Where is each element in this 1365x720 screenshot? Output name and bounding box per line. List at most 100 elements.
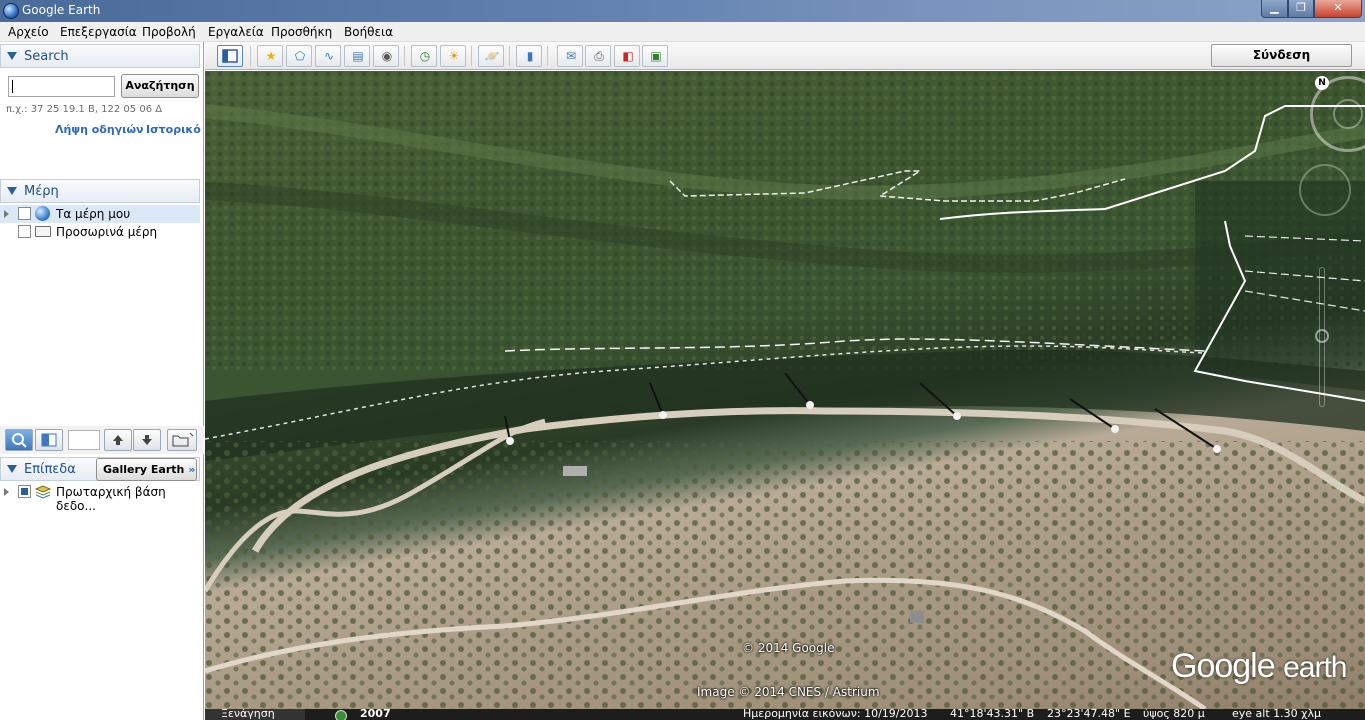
- menu-bar: Αρχείο Επεξεργασία Προβολή Εργαλεία Προσ…: [0, 22, 1365, 42]
- search-panel-header[interactable]: Search: [0, 44, 200, 68]
- imagery-date: Ημερομηνία εικόνων: 10/19/2013: [743, 709, 928, 720]
- tree-item-label: Προσωρινά μέρη: [56, 225, 158, 239]
- polygon-icon: ⬠: [294, 49, 306, 63]
- navigation-look-joystick[interactable]: [1333, 99, 1363, 129]
- zoom-slider-knob[interactable]: [1315, 329, 1329, 343]
- visibility-checkbox[interactable]: [18, 225, 31, 238]
- add-polygon-button[interactable]: ⬠: [286, 45, 312, 67]
- save-image-button[interactable]: ▣: [642, 45, 668, 67]
- satellite-imagery: [205, 71, 1365, 709]
- visibility-checkbox[interactable]: [18, 485, 31, 498]
- collapse-triangle-icon: [7, 465, 17, 473]
- new-folder-button[interactable]: [167, 429, 197, 451]
- historical-imagery-icon: ◷: [419, 49, 431, 63]
- minimize-button[interactable]: ▁: [1261, 0, 1288, 18]
- maximize-icon: ❐: [1296, 1, 1306, 14]
- add-path-button[interactable]: ∿: [315, 45, 341, 67]
- collapse-triangle-icon: [7, 52, 17, 60]
- google-earth-logo: Google earth: [1171, 647, 1347, 686]
- email-icon: ✉: [565, 49, 577, 63]
- toolbar-separator: [404, 46, 405, 66]
- tree-item-label: Τα μέρη μου: [56, 207, 131, 221]
- toolbar-separator: [509, 46, 510, 66]
- record-tour-button[interactable]: ◉: [373, 45, 399, 67]
- add-placemark-button[interactable]: ★: [257, 45, 283, 67]
- menu-file[interactable]: Αρχείο: [8, 25, 49, 39]
- logo-earth-text: earth: [1283, 651, 1347, 684]
- close-icon: ✕: [1333, 1, 1343, 14]
- toolbar-separator: [250, 46, 251, 66]
- search-tool-icon: [12, 433, 27, 448]
- chevron-right-icon: »: [188, 463, 196, 476]
- sign-in-button[interactable]: Σύνδεση: [1211, 44, 1352, 67]
- placemark-icon: ★: [265, 49, 277, 63]
- earth-gallery-label: Gallery Earth: [103, 463, 185, 476]
- record-tour-icon: ◉: [381, 49, 393, 63]
- toolbar-separator: [471, 46, 472, 66]
- sunlight-button[interactable]: ☀: [440, 45, 466, 67]
- search-button[interactable]: Αναζήτηση: [121, 74, 199, 98]
- folder-icon: [35, 226, 51, 237]
- tree-item-primary-database[interactable]: Πρωταρχική βάση δεδο...: [0, 483, 200, 513]
- move-up-icon: [113, 435, 123, 445]
- google-earth-globe-icon: [3, 3, 19, 19]
- map-copyright: © 2014 Google: [742, 641, 835, 655]
- move-up-button[interactable]: [104, 429, 132, 451]
- tree-item-label: Πρωταρχική βάση δεδο...: [56, 485, 166, 513]
- panel-search-box[interactable]: [68, 430, 100, 450]
- email-button[interactable]: ✉: [557, 45, 583, 67]
- planets-icon: 🪐: [484, 49, 500, 63]
- menu-edit[interactable]: Επεξεργασία: [60, 25, 137, 39]
- search-input[interactable]: [8, 76, 115, 97]
- search-panel-title: Search: [24, 49, 69, 64]
- visibility-checkbox[interactable]: [18, 207, 31, 220]
- imagery-year: 2007: [360, 709, 391, 720]
- path-icon: ∿: [323, 49, 335, 63]
- menu-tools[interactable]: Εργαλεία: [208, 25, 264, 39]
- compass-north-icon[interactable]: N: [1315, 76, 1329, 90]
- navigation-move-ring[interactable]: [1299, 164, 1351, 216]
- latitude-readout: 41°18'43.31" Β: [950, 709, 1035, 720]
- save-image-icon: ▣: [650, 49, 662, 63]
- menu-view[interactable]: Προβολή: [142, 25, 196, 39]
- get-directions-link[interactable]: Λήψη οδηγιών: [55, 123, 144, 136]
- ruler-button[interactable]: ▮: [516, 45, 542, 67]
- expand-arrow-icon[interactable]: [4, 488, 9, 496]
- expand-arrow-icon[interactable]: [4, 210, 9, 218]
- move-down-icon: [142, 435, 152, 445]
- menu-add[interactable]: Προσθήκη: [271, 25, 332, 39]
- left-sidebar: Search Αναζήτηση π.χ.: 37 25 19.1 Β, 122…: [0, 42, 204, 720]
- layers-panel-title: Επίπεδα: [24, 462, 76, 477]
- tour-button[interactable]: Ξενάγηση: [205, 709, 305, 720]
- search-hint: π.χ.: 37 25 19.1 Β, 122 05 06 Δ: [6, 104, 163, 115]
- new-folder-icon: [172, 432, 194, 447]
- add-image-overlay-button[interactable]: ▤: [344, 45, 370, 67]
- places-panel-header[interactable]: Μέρη: [0, 179, 200, 203]
- ruler-icon: ▮: [526, 49, 534, 63]
- move-down-button[interactable]: [133, 429, 161, 451]
- view-in-maps-button[interactable]: ◧: [614, 45, 640, 67]
- tree-item-temporary-places[interactable]: Προσωρινά μέρη: [0, 223, 200, 241]
- sidebar-toggle-icon: [41, 433, 57, 447]
- sidebar-icon: [222, 49, 238, 63]
- sidebar-button[interactable]: [217, 45, 243, 67]
- map-image-credit: Image © 2014 CNES / Astrium: [697, 685, 880, 699]
- print-button[interactable]: ⎙: [585, 45, 611, 67]
- globe-icon: [35, 206, 50, 221]
- text-caret: [12, 80, 13, 93]
- historical-imagery-button[interactable]: ◷: [411, 45, 437, 67]
- history-link[interactable]: Ιστορικό: [146, 123, 201, 136]
- map-view[interactable]: N © 2014 Google Image © 2014 CNES / Astr…: [205, 71, 1365, 709]
- close-button[interactable]: ✕: [1314, 0, 1362, 18]
- menu-help[interactable]: Βοήθεια: [344, 25, 393, 39]
- earth-gallery-button[interactable]: Gallery Earth»: [96, 458, 197, 481]
- sidebar-toggle-button[interactable]: [35, 429, 63, 451]
- toolbar-separator: [547, 46, 548, 66]
- logo-google-text: Google: [1171, 647, 1276, 685]
- planets-button[interactable]: 🪐: [478, 45, 504, 67]
- historical-imagery-clock-icon[interactable]: [335, 710, 347, 720]
- maximize-button[interactable]: ❐: [1288, 0, 1314, 18]
- print-icon: ⎙: [594, 49, 604, 63]
- tree-item-my-places[interactable]: Τα μέρη μου: [0, 205, 200, 223]
- search-tool-button[interactable]: [5, 429, 33, 451]
